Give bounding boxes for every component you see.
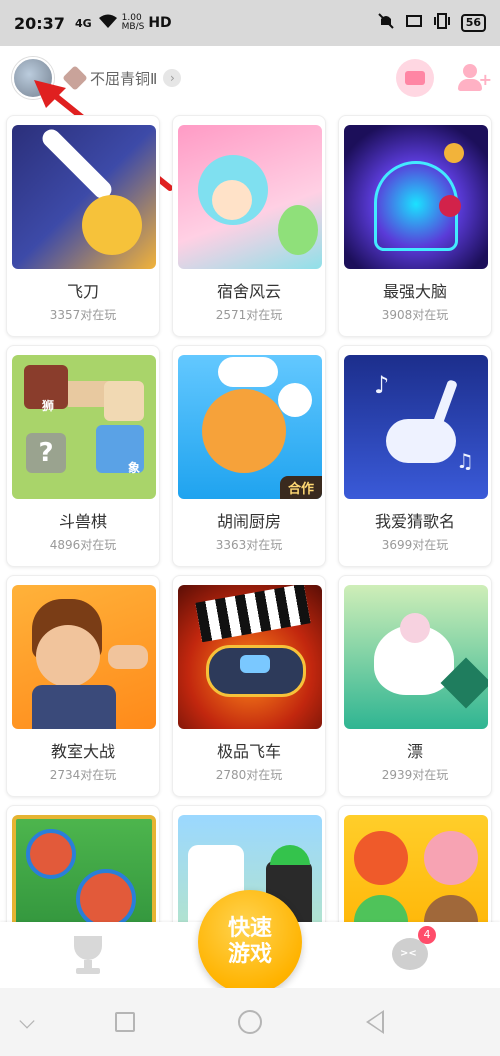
game-card[interactable]: 合作 胡闹厨房 3363对在玩: [172, 345, 326, 567]
mute-icon: [377, 12, 395, 34]
game-title: 教室大战: [50, 742, 115, 761]
game-players: 4896对在玩: [49, 538, 117, 552]
game-card[interactable]: 漂 2939对在玩: [338, 575, 492, 797]
game-title: 飞刀: [66, 282, 99, 301]
chevron-down-icon[interactable]: [19, 1013, 35, 1029]
recents-icon[interactable]: [115, 1012, 135, 1032]
game-title: 宿舍风云: [216, 282, 281, 301]
game-title: 漂: [406, 742, 423, 761]
profile-header: 不屈青铜Ⅱ › +: [0, 46, 500, 110]
home-icon[interactable]: [238, 1010, 262, 1034]
rank-label: 不屈青铜Ⅱ: [90, 69, 158, 88]
game-title: 胡闹厨房: [216, 512, 281, 531]
game-thumbnail: [12, 585, 156, 729]
game-card[interactable]: [6, 805, 160, 922]
game-card[interactable]: 飞刀 3357对在玩: [6, 115, 160, 337]
battery-indicator: 56: [460, 14, 486, 32]
network-type: 4G: [74, 16, 92, 30]
rank-gem-icon: [62, 65, 88, 91]
game-players: 2780对在玩: [215, 768, 283, 782]
game-card[interactable]: 宿舍风云 2571对在玩: [172, 115, 326, 337]
chat-badge: 4: [418, 926, 436, 944]
game-card[interactable]: ♪ ♫ 我爱猜歌名 3699对在玩: [338, 345, 492, 567]
game-players: 3357对在玩: [49, 308, 117, 322]
system-nav-bar: [0, 988, 500, 1056]
chevron-right-icon: ›: [163, 69, 182, 87]
game-title: 极品飞车: [216, 742, 281, 761]
game-title: 斗兽棋: [58, 512, 107, 531]
game-card[interactable]: 极品飞车 2780对在玩: [172, 575, 326, 797]
game-card[interactable]: 最强大脑 3908对在玩: [338, 115, 492, 337]
wifi-off-icon: [405, 13, 423, 33]
rank-badge[interactable]: 不屈青铜Ⅱ ›: [62, 65, 182, 91]
game-players: 3363对在玩: [215, 538, 283, 552]
quick-game-button[interactable]: 快速 游戏: [198, 890, 302, 994]
quick-game-label-2: 游戏: [227, 942, 272, 967]
game-players: 2734对在玩: [49, 768, 117, 782]
game-thumbnail: [344, 125, 488, 269]
game-thumbnail: ? 狮 象: [12, 355, 156, 499]
back-icon[interactable]: [366, 1010, 384, 1034]
avatar-icon[interactable]: [12, 57, 54, 99]
game-grid: 飞刀 3357对在玩 宿舍风云 2571对在玩 最强大脑 3908对在玩 ? 狮…: [0, 110, 500, 922]
game-players: 3699对在玩: [381, 538, 449, 552]
trophy-icon[interactable]: [68, 936, 108, 976]
add-friend-icon[interactable]: +: [456, 62, 492, 94]
game-thumbnail: [344, 815, 488, 922]
game-card[interactable]: 教室大战 2734对在玩: [6, 575, 160, 797]
game-thumbnail: [12, 815, 156, 922]
game-players: 2571对在玩: [215, 308, 283, 322]
wallet-icon[interactable]: [396, 59, 434, 97]
status-bar: 20:37 4G 1.00 MB/S HD 56: [0, 0, 500, 46]
hd-indicator: HD: [148, 15, 172, 31]
game-thumbnail: [12, 125, 156, 269]
game-card[interactable]: ? 狮 象 斗兽棋 4896对在玩: [6, 345, 160, 567]
game-card[interactable]: [338, 805, 492, 922]
game-title: 最强大脑: [382, 282, 447, 301]
game-thumbnail: [178, 125, 322, 269]
game-title: 我爱猜歌名: [374, 512, 455, 531]
game-thumbnail: 合作: [178, 355, 322, 499]
quick-game-label-1: 快速: [227, 916, 272, 941]
game-players: 3908对在玩: [381, 308, 449, 322]
game-thumbnail: ♪ ♫: [344, 355, 488, 499]
game-thumbnail: [178, 585, 322, 729]
status-time: 20:37: [14, 13, 65, 33]
coop-tag: 合作: [279, 476, 322, 499]
wifi-icon: [98, 13, 118, 33]
vibrate-icon: [433, 13, 451, 33]
game-players: 2939对在玩: [381, 768, 449, 782]
game-thumbnail: [344, 585, 488, 729]
network-speed: 1.00 MB/S: [121, 13, 145, 32]
